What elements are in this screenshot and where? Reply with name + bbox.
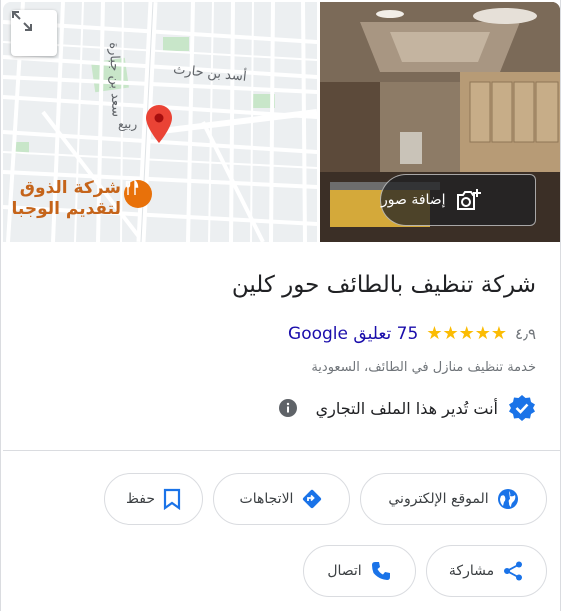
save-label: حفظ: [125, 491, 156, 507]
share-icon: [504, 561, 523, 581]
star-rating: ★ ★ ★ ★ ★: [426, 325, 507, 343]
section-divider: [3, 450, 560, 451]
map-thumbnail[interactable]: سعد بن جبارة أسد بن حارث ربيع شركة الذوق: [3, 2, 317, 242]
website-button[interactable]: الموقع الإلكتروني: [360, 473, 547, 525]
share-label: مشاركة: [448, 563, 495, 579]
rating-row: ٤٫٩ ★ ★ ★ ★ ★ 75 تعليق Google: [288, 322, 536, 346]
save-button[interactable]: حفظ: [104, 473, 203, 525]
star-icon: ★: [458, 323, 475, 344]
bookmark-icon: [163, 488, 181, 510]
owner-row: أنت تُدير هذا الملف التجاري: [278, 394, 536, 422]
business-name: شركة تنظيف بالطائف حور كلين: [231, 272, 536, 298]
website-label: الموقع الإلكتروني: [388, 491, 489, 507]
star-icon: ★: [442, 323, 459, 344]
verified-badge-icon: [509, 395, 535, 421]
business-profile-card: سعد بن جبارة أسد بن حارث ربيع شركة الذوق: [0, 0, 561, 611]
business-category: خدمة تنظيف منازل في الطائف، السعودية: [311, 360, 536, 375]
owner-profile-text: أنت تُدير هذا الملف التجاري: [315, 398, 498, 418]
map-street-label-1: سعد بن جبارة: [106, 42, 124, 118]
phone-icon: [371, 562, 390, 580]
globe-icon: [497, 489, 518, 509]
add-photo-button[interactable]: إضافة صور: [380, 174, 536, 226]
reviews-link[interactable]: 75 تعليق Google: [288, 324, 418, 344]
poi-name-line-2: لتقديم الوجبا: [11, 199, 121, 219]
directions-button[interactable]: الاتجاهات: [213, 473, 350, 525]
add-photo-label: إضافة صور: [381, 192, 446, 208]
star-icon: ★: [426, 323, 443, 344]
restaurant-icon: [124, 180, 152, 208]
share-button[interactable]: مشاركة: [426, 545, 547, 597]
star-icon: ★: [490, 323, 508, 344]
call-button[interactable]: اتصال: [303, 545, 416, 597]
media-row: سعد بن جبارة أسد بن حارث ربيع شركة الذوق: [1, 0, 561, 244]
poi-name-line-1: شركة الذوق: [19, 178, 121, 198]
directions-label: الاتجاهات: [239, 491, 294, 507]
add-photo-icon: [456, 189, 481, 210]
expand-map-button[interactable]: [11, 10, 57, 56]
directions-icon: [303, 489, 322, 509]
map-poi-short-label: ربيع: [118, 117, 138, 131]
star-icon: ★: [474, 323, 491, 344]
call-label: اتصال: [327, 563, 362, 579]
rating-value: ٤٫٩: [515, 325, 536, 343]
poi-name: شركة الذوق لتقديم الوجبا: [12, 178, 121, 220]
info-icon[interactable]: [278, 398, 298, 418]
expand-icon: [12, 11, 32, 31]
